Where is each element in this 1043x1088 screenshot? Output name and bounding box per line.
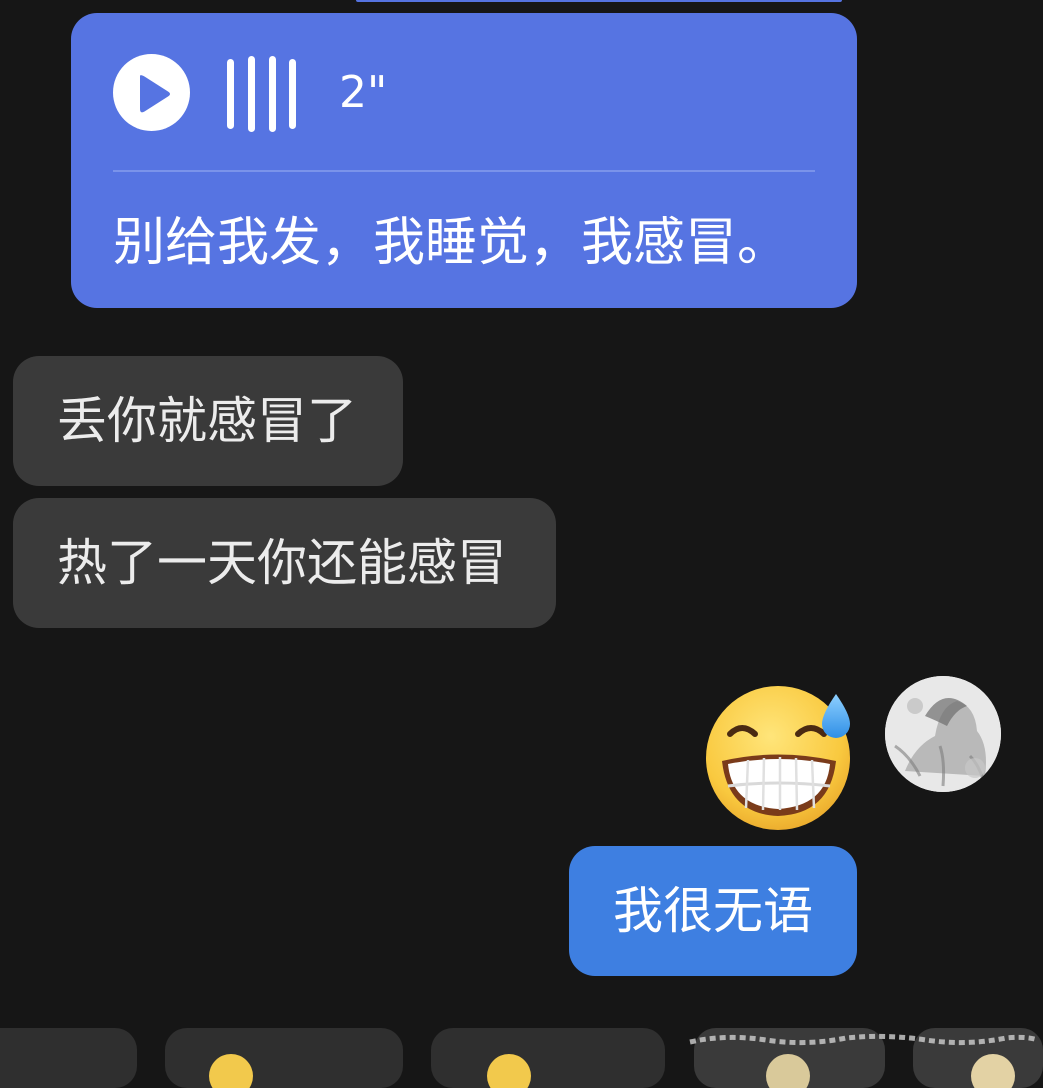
sticker-suggestion[interactable] (431, 1028, 665, 1088)
grinning-sweat-emoji[interactable] (700, 686, 860, 831)
voice-duration: 2" (339, 67, 388, 118)
sticker-suggestion-strip (0, 1028, 1043, 1088)
emoji-icon (209, 1054, 253, 1088)
sticker-icon (971, 1054, 1015, 1088)
emoji-icon (487, 1054, 531, 1088)
voice-divider (113, 170, 815, 172)
sticker-icon (766, 1054, 810, 1088)
voice-waveform-icon (227, 56, 296, 132)
previous-bubble-edge (356, 0, 842, 2)
sticker-noise-texture (689, 1033, 1039, 1046)
voice-message-bubble[interactable]: 2" 别给我发，我睡觉，我感冒。 (71, 13, 857, 308)
incoming-message[interactable]: 热了一天你还能感冒 (13, 498, 556, 628)
play-button[interactable] (113, 54, 190, 131)
play-icon (140, 75, 170, 113)
user-avatar[interactable] (885, 676, 1001, 792)
sticker-suggestion[interactable] (0, 1028, 137, 1088)
avatar-image (885, 676, 1001, 792)
outgoing-message[interactable]: 我很无语 (569, 846, 857, 976)
incoming-message[interactable]: 丢你就感冒了 (13, 356, 403, 486)
sticker-suggestion[interactable] (165, 1028, 403, 1088)
voice-transcript: 别给我发，我睡觉，我感冒。 (113, 213, 790, 273)
